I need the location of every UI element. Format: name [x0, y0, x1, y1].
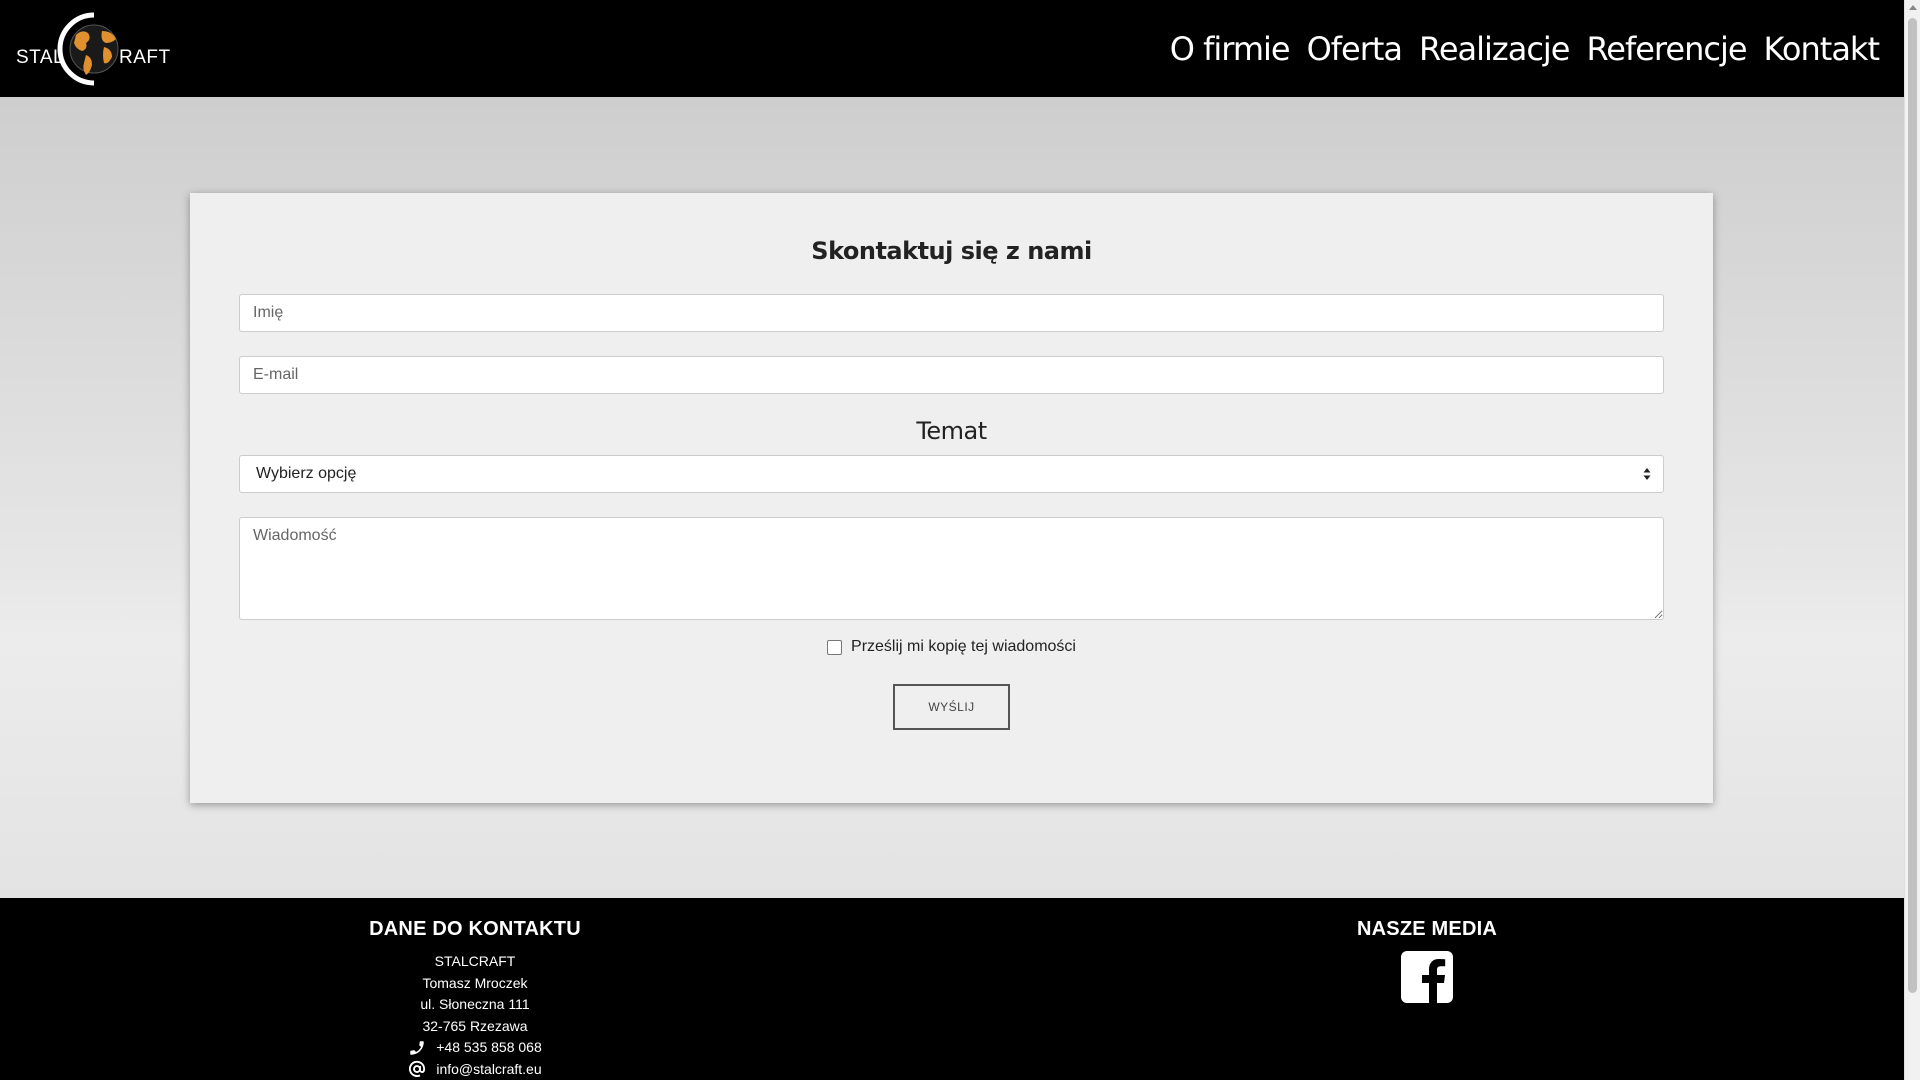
nav-realizacje[interactable]: Realizacje [1419, 30, 1570, 68]
phone-icon [410, 1041, 424, 1055]
message-textarea[interactable] [239, 517, 1664, 620]
vertical-scrollbar[interactable] [1904, 0, 1920, 1080]
email-address[interactable]: info@stalcraft.eu [436, 1059, 541, 1080]
contact-details: DANE DO KONTAKTU STALCRAFT Tomasz Mrocze… [355, 918, 595, 1080]
logo-text-right: RAFT [119, 46, 171, 68]
copy-option-row: Prześlij mi kopię tej wiadomości [190, 638, 1713, 656]
social-media: NASZE MEDIA [1332, 918, 1522, 1008]
at-icon [409, 1061, 426, 1078]
contact-title: DANE DO KONTAKTU [369, 918, 581, 940]
topic-select[interactable]: Wybierz opcję [239, 455, 1664, 493]
page: STAL RAFT O firmie Oferta Realizacje Ref… [0, 0, 1904, 1080]
send-copy-label[interactable]: Prześlij mi kopię tej wiadomości [851, 638, 1076, 656]
main-nav: O firmie Oferta Realizacje Referencje Ko… [1170, 30, 1880, 68]
facebook-icon[interactable] [1401, 951, 1453, 1003]
email-input[interactable] [239, 356, 1664, 394]
scroll-up-arrow-icon[interactable] [1909, 5, 1917, 10]
send-copy-checkbox[interactable] [827, 639, 843, 655]
phone-row: +48 535 858 068 [355, 1037, 595, 1059]
email-row: info@stalcraft.eu [355, 1059, 595, 1080]
stalcraft-logo[interactable]: STAL RAFT [16, 11, 170, 87]
site-header: STAL RAFT O firmie Oferta Realizacje Ref… [0, 0, 1904, 97]
form-title: Skontaktuj się z nami [811, 237, 1092, 265]
nav-referencje[interactable]: Referencje [1586, 30, 1747, 68]
name-input[interactable] [239, 294, 1664, 332]
send-button[interactable]: WYŚLIJ [893, 684, 1010, 730]
nav-kontakt[interactable]: Kontakt [1764, 30, 1880, 68]
contact-form-card: Skontaktuj się z nami Temat Wybierz opcj… [190, 193, 1713, 803]
nav-o-firmie[interactable]: O firmie [1170, 30, 1291, 68]
contact-person: Tomasz Mroczek [422, 974, 528, 991]
company-name: STALCRAFT [434, 953, 516, 969]
nav-oferta[interactable]: Oferta [1307, 30, 1403, 68]
street-address: ul. Słoneczna 111 [420, 996, 530, 1012]
topic-label: Temat [916, 417, 987, 445]
globe-logo-icon [57, 12, 119, 85]
media-title: NASZE MEDIA [1357, 918, 1497, 940]
phone-number[interactable]: +48 535 858 068 [436, 1037, 542, 1059]
city-address: 32-765 Rzezawa [422, 1017, 528, 1034]
site-footer: DANE DO KONTAKTU STALCRAFT Tomasz Mrocze… [0, 898, 1904, 1080]
scroll-thumb[interactable] [1908, 18, 1917, 993]
select-arrows-icon [1643, 468, 1651, 480]
topic-select-value: Wybierz opcję [256, 465, 357, 482]
